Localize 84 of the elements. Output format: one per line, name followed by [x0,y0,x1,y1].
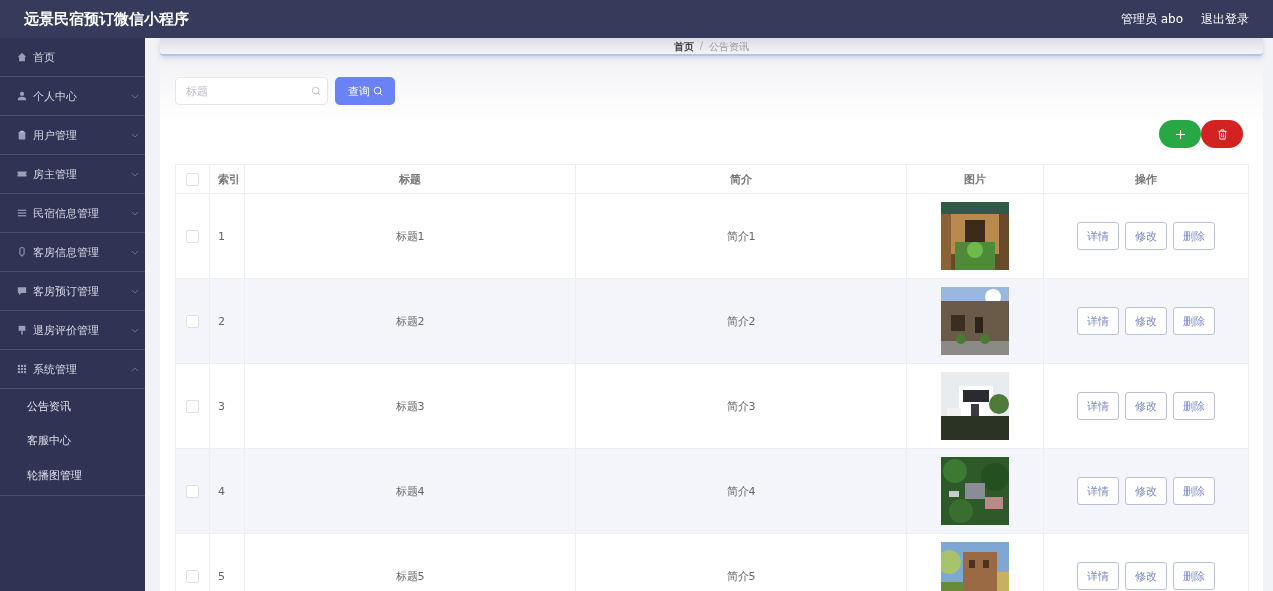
edit-button[interactable]: 修改 [1125,307,1167,335]
search-icon [311,86,321,96]
table-cell: 4 [218,484,225,498]
table-cell: 1 [218,229,225,243]
sidebar-item[interactable]: 个人中心 [0,77,145,116]
chevron-down-icon [131,93,139,99]
table-cell: 标题5 [395,568,425,584]
clipboard-icon [17,130,27,140]
table-cell: 标题1 [395,228,425,244]
breadcrumb-item: 公告资讯 [709,40,750,54]
sidebar-item[interactable]: 退房评价管理 [0,311,145,350]
delete-button[interactable] [1201,120,1243,148]
column-header: 索引 [210,165,245,193]
table-cell: 标题4 [395,483,425,499]
edit-button[interactable]: 修改 [1125,392,1167,420]
grid-icon [17,364,27,374]
edit-button[interactable]: 修改 [1125,222,1167,250]
edit-button[interactable]: 修改 [1125,562,1167,590]
detail-button[interactable]: 详情 [1077,477,1119,505]
breadcrumb-separator: / [699,40,704,51]
checkbox[interactable] [186,399,199,413]
ticket-icon [17,169,27,179]
delete-row-button[interactable]: 删除 [1173,392,1215,420]
breadcrumb-item[interactable]: 首页 [673,40,694,54]
detail-button[interactable]: 详情 [1077,562,1119,590]
delete-row-button[interactable]: 删除 [1173,307,1215,335]
table-cell: 标题3 [395,398,425,414]
table-cell: 标题2 [395,313,425,329]
chevron-up-icon [131,366,139,372]
detail-button[interactable]: 详情 [1077,222,1119,250]
table-cell: 简介1 [726,228,756,244]
checkbox[interactable] [186,569,199,583]
chat-icon [17,286,27,296]
phone-icon [17,247,27,257]
sidebar-subitem[interactable]: 轮播图管理 [0,458,145,493]
sidebar-item[interactable]: 房主管理 [0,155,145,194]
column-header: 简介 [576,165,907,193]
detail-button[interactable]: 详情 [1077,392,1119,420]
sidebar-subitem[interactable]: 客服中心 [0,423,145,458]
query-button[interactable]: 查询 [335,77,395,105]
checkbox[interactable] [186,172,199,186]
column-header: 图片 [907,165,1044,193]
sidebar-subitem[interactable]: 公告资讯 [0,389,145,424]
app-title: 远景民宿预订微信小程序 [24,9,189,29]
trash-icon [1216,128,1228,140]
search-icon [372,86,383,96]
table-cell: 3 [218,399,225,413]
chevron-down-icon [131,210,139,216]
sidebar-item[interactable]: 客房预订管理 [0,272,145,311]
admin-user: 管理员 abo [1120,10,1183,28]
sidebar-item[interactable]: 系统管理 [0,350,145,389]
delete-row-button[interactable]: 删除 [1173,562,1215,590]
search-field[interactable]: 标题 [175,77,328,105]
person-icon [17,91,27,101]
sidebar-item[interactable]: 民宿信息管理 [0,194,145,233]
table-cell: 简介3 [726,398,756,414]
chevron-down-icon [131,327,139,333]
sidebar-item[interactable]: 首页 [0,38,145,77]
detail-button[interactable]: 详情 [1077,307,1119,335]
checkbox[interactable] [186,484,199,498]
home-icon [17,52,27,62]
checkbox[interactable] [186,314,199,328]
chevron-down-icon [131,132,139,138]
plus-icon [1174,128,1186,140]
logout-link[interactable]: 退出登录 [1201,10,1249,28]
table-cell: 简介2 [726,313,756,329]
column-header: 操作 [1134,171,1158,188]
checkbox[interactable] [186,229,199,243]
table-cell: 2 [218,314,225,328]
add-button[interactable] [1159,120,1201,148]
delete-row-button[interactable]: 删除 [1173,477,1215,505]
chevron-down-icon [131,171,139,177]
table-cell: 5 [218,569,225,583]
sidebar-item[interactable]: 客房信息管理 [0,233,145,272]
list-icon [17,208,27,218]
edit-button[interactable]: 修改 [1125,477,1167,505]
table-cell: 简介5 [726,568,756,584]
sidebar-item[interactable]: 用户管理 [0,116,145,155]
table-cell: 简介4 [726,483,756,499]
delete-row-button[interactable]: 删除 [1173,222,1215,250]
chevron-down-icon [131,288,139,294]
pin-icon [17,325,27,335]
column-header: 标题 [245,165,576,193]
chevron-down-icon [131,249,139,255]
